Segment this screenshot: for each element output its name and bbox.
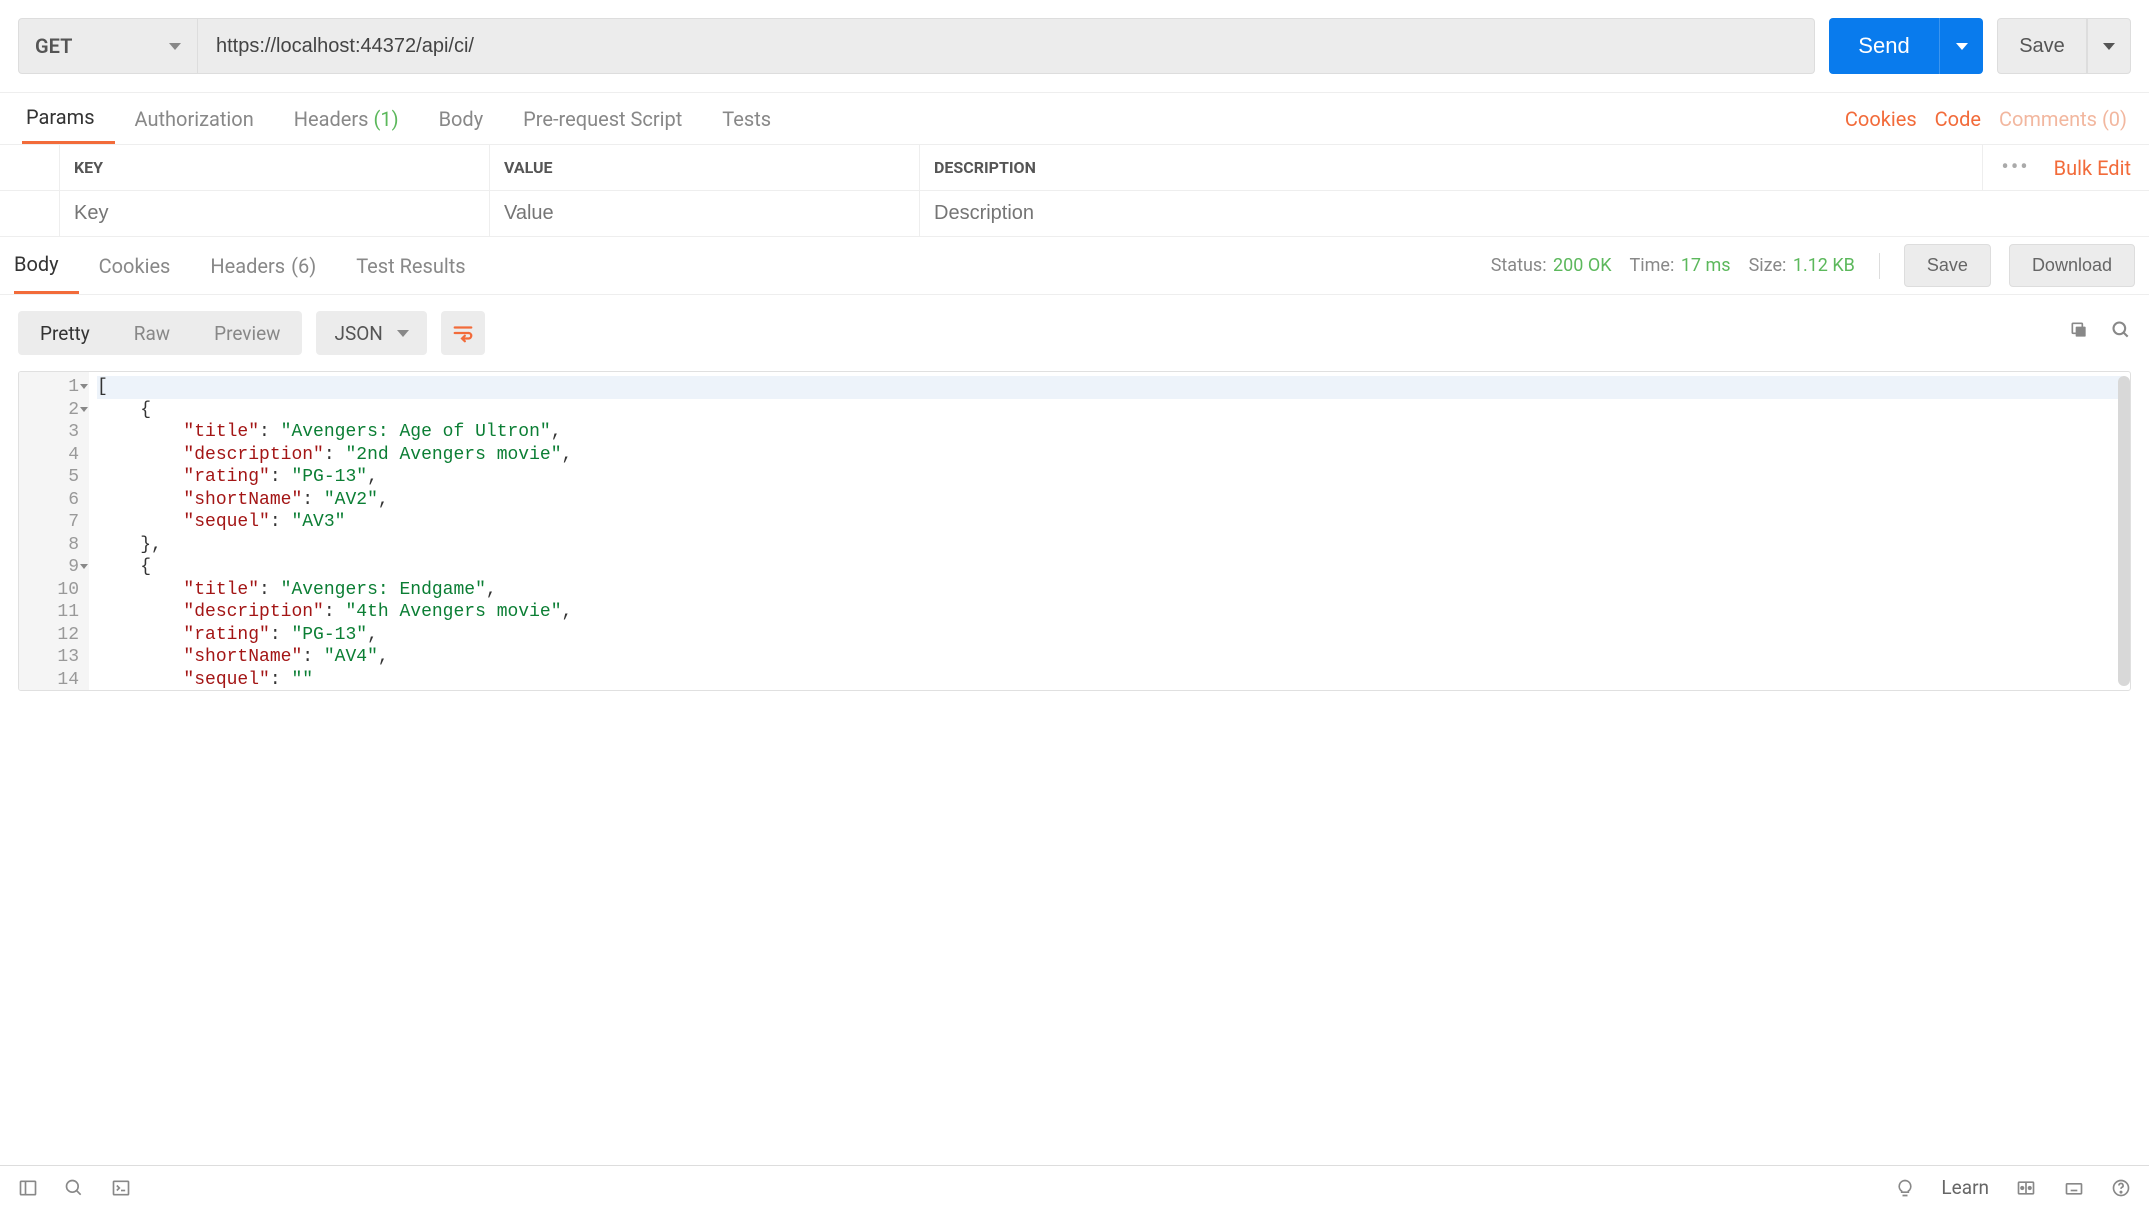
chevron-down-icon [2103,43,2115,50]
headers-count: (1) [374,107,399,131]
resp-tab-headers[interactable]: Headers (6) [190,237,336,294]
console-icon[interactable] [110,1178,132,1198]
format-pretty[interactable]: Pretty [18,311,112,355]
resp-tab-testresults[interactable]: Test Results [336,237,485,294]
params-checkbox-header [0,145,60,190]
keyboard-icon[interactable] [2063,1178,2085,1198]
two-pane-icon[interactable] [2015,1178,2037,1198]
param-key-input[interactable] [74,202,475,225]
save-dropdown-button[interactable] [2087,18,2131,74]
bootcamp-icon[interactable] [1895,1178,1915,1198]
wrap-icon [452,322,474,344]
method-select[interactable]: GET [18,18,198,74]
send-button[interactable]: Send [1829,18,1939,74]
find-icon[interactable] [64,1178,84,1198]
format-raw[interactable]: Raw [112,311,192,355]
params-desc-header: DESCRIPTION [920,145,1983,190]
divider [1879,253,1880,279]
resp-tab-body[interactable]: Body [14,237,79,294]
resp-tab-cookies[interactable]: Cookies [79,237,191,294]
comments-link[interactable]: Comments (0) [1999,107,2127,131]
tab-params[interactable]: Params [22,93,115,144]
time-label: Time: [1630,255,1675,276]
tab-prerequest[interactable]: Pre-request Script [503,93,702,144]
size-label: Size: [1749,255,1787,276]
format-preview[interactable]: Preview [192,311,302,355]
save-response-button[interactable]: Save [1904,244,1991,287]
tab-tests[interactable]: Tests [702,93,791,144]
status-label: Status: [1491,255,1547,276]
copy-icon[interactable] [2069,320,2089,346]
tab-headers[interactable]: Headers (1) [274,93,419,144]
scrollbar[interactable] [2118,376,2130,686]
chevron-down-icon [397,330,409,337]
code-body: [ { "title": "Avengers: Age of Ultron", … [89,372,2130,690]
cookies-link[interactable]: Cookies [1845,107,1917,131]
body-type-select[interactable]: JSON [316,311,426,355]
search-icon[interactable] [2111,320,2131,346]
sidebar-toggle-icon[interactable] [18,1178,38,1198]
response-body-editor[interactable]: 1234567891011121314 [ { "title": "Avenge… [18,371,2131,691]
status-value: 200 OK [1553,255,1612,276]
save-button[interactable]: Save [1997,18,2087,74]
wrap-lines-button[interactable] [441,311,485,355]
line-numbers: 1234567891011121314 [19,372,89,690]
params-value-header: VALUE [490,145,920,190]
param-value-input[interactable] [504,202,905,225]
help-icon[interactable] [2111,1178,2131,1198]
bulk-edit-link[interactable]: Bulk Edit [2054,156,2131,180]
params-key-header: KEY [60,145,490,190]
param-desc-input[interactable] [934,202,2135,225]
resp-headers-count: (6) [291,254,316,278]
tab-authorization[interactable]: Authorization [115,93,274,144]
method-label: GET [35,34,72,58]
size-value: 1.12 KB [1793,255,1855,276]
learn-label[interactable]: Learn [1941,1176,1989,1199]
chevron-down-icon [1956,43,1968,50]
chevron-down-icon [169,43,181,50]
code-link[interactable]: Code [1935,107,1981,131]
download-response-button[interactable]: Download [2009,244,2135,287]
url-input[interactable] [198,18,1815,74]
time-value: 17 ms [1681,255,1731,276]
params-row-checkbox[interactable] [0,191,60,236]
tab-body[interactable]: Body [419,93,504,144]
more-options-icon[interactable]: ••• [2001,155,2029,180]
tab-headers-label: Headers [294,107,369,131]
send-dropdown-button[interactable] [1939,18,1983,74]
